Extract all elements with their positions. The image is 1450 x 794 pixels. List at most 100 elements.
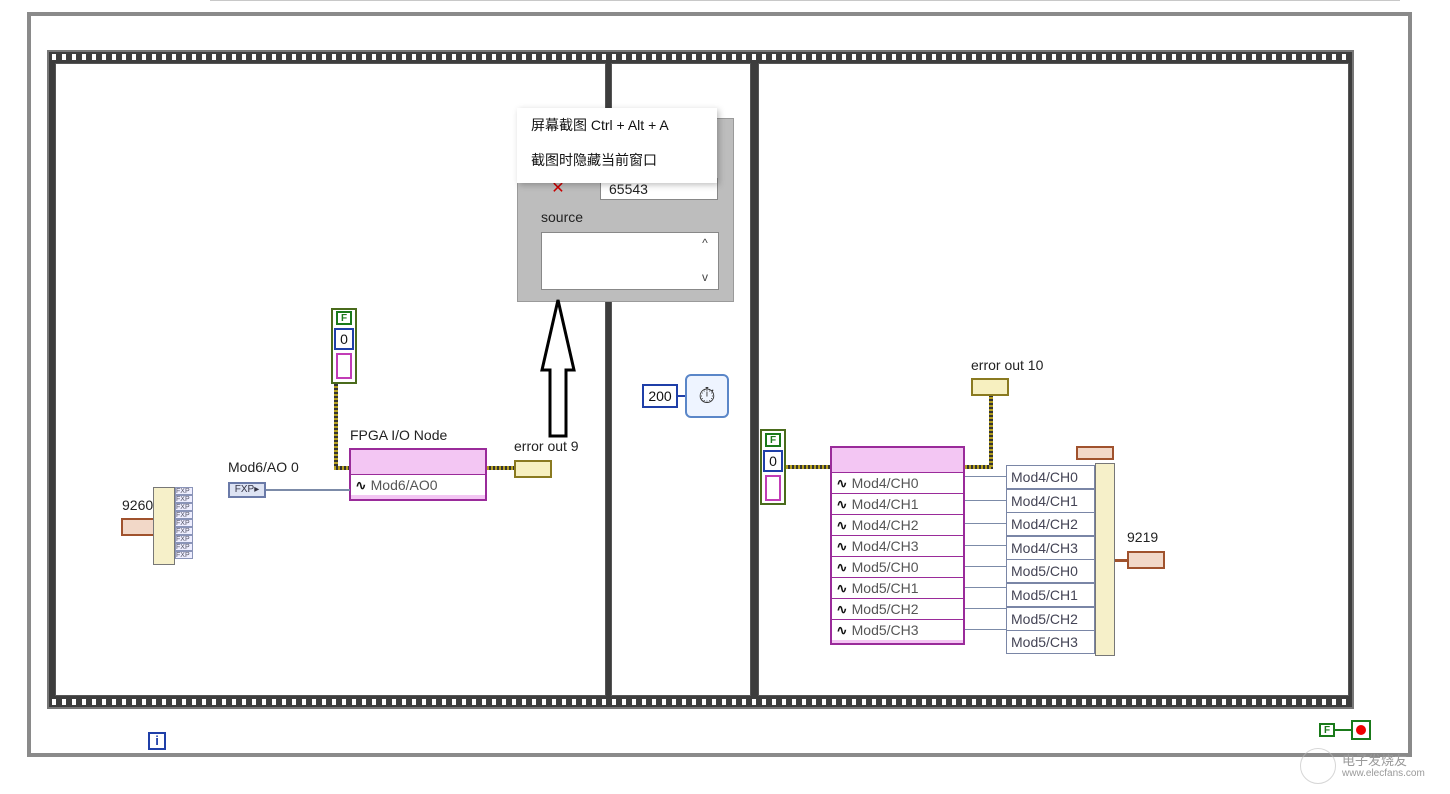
channel-wire[interactable] [965, 629, 1007, 630]
io-node-item[interactable]: ∿ Mod4/CH3 [832, 535, 963, 556]
fxp-tag: FXP [175, 495, 193, 503]
channel-wire[interactable] [965, 476, 1007, 477]
channel-indicator[interactable]: Mod4/CH0 [1006, 465, 1095, 489]
waveform-icon: ∿ [355, 477, 371, 493]
waveform-icon: ∿ [836, 475, 852, 491]
io-node-item-label: Mod6/AO0 [370, 477, 438, 493]
io-node-item[interactable]: ∿ Mod5/CH3 [832, 619, 963, 640]
source-field[interactable] [541, 232, 719, 290]
channel-wire[interactable] [965, 566, 1007, 567]
io-node-item[interactable]: ∿ Mod5/CH0 [832, 556, 963, 577]
io-node-item[interactable]: ∿ Mod5/CH1 [832, 577, 963, 598]
io-node-header [351, 450, 485, 474]
channel-wire[interactable] [965, 523, 1007, 524]
pink-indicator [336, 353, 352, 379]
stop-terminal-icon[interactable] [1351, 720, 1371, 740]
cluster-out-wire[interactable] [1115, 559, 1127, 562]
waveform-icon: ∿ [836, 601, 852, 617]
waveform-icon: ∿ [836, 559, 852, 575]
cluster-9219-indicator[interactable] [1127, 551, 1165, 569]
error-wire[interactable] [334, 384, 338, 468]
fxp-control[interactable]: FXP▸ [228, 482, 266, 498]
iteration-terminal[interactable]: i [148, 732, 166, 750]
channel-wire[interactable] [965, 500, 1007, 501]
channel-indicator[interactable]: Mod4/CH1 [1006, 489, 1095, 513]
io-node-label: FPGA I/O Node [350, 427, 448, 443]
fxp-tag: FXP [175, 487, 193, 495]
io-node-header [832, 448, 963, 472]
io-node-item-label: Mod5/CH3 [851, 622, 919, 638]
waveform-icon: ∿ [836, 538, 852, 554]
fpga-io-node[interactable]: ∿ Mod6/AO0 [349, 448, 487, 501]
error-out-9-label: error out 9 [514, 438, 579, 454]
context-menu[interactable]: 屏幕截图 Ctrl + Alt + A 截图时隐藏当前窗口 [517, 108, 717, 183]
channel-indicator[interactable]: Mod5/CH1 [1006, 583, 1095, 607]
channel-indicator[interactable]: Mod5/CH2 [1006, 607, 1095, 631]
error-out-10-label: error out 10 [971, 357, 1044, 373]
fxp-tag: FXP [175, 551, 193, 559]
fxp-tag: FXP [175, 511, 193, 519]
error-out-wire[interactable] [487, 466, 514, 470]
error-out-wire[interactable] [989, 395, 993, 467]
cluster-9219-label: 9219 [1127, 529, 1159, 545]
fxp-tag: FXP [175, 527, 193, 535]
pink-indicator [765, 475, 781, 501]
waveform-icon: ∿ [836, 580, 852, 596]
mod6-ao0-label: Mod6/AO 0 [228, 459, 299, 475]
numeric-constant[interactable]: 0 [763, 450, 783, 472]
fxp-tag: FXP [175, 503, 193, 511]
wait-ms-constant[interactable]: 200 [642, 384, 678, 408]
fpga-io-node-frame3[interactable]: ∿ Mod4/CH0 ∿ Mod4/CH1 ∿ Mod4/CH2 ∿ Mod4/CH3… [830, 446, 965, 645]
io-node-item[interactable]: ∿ Mod4/CH1 [832, 493, 963, 514]
bundle-node[interactable] [1095, 463, 1115, 656]
wait-metronome-icon[interactable]: ⏱ [685, 374, 729, 418]
io-node-item-label: Mod4/CH2 [851, 517, 919, 533]
fxp-wire[interactable] [266, 489, 350, 491]
watermark-text: 电子发烧友 [1342, 753, 1408, 768]
fxp-tag: FXP [175, 535, 193, 543]
source-label: source [541, 209, 584, 225]
error-out-10-indicator[interactable] [971, 378, 1009, 396]
waveform-icon: ∿ [836, 496, 852, 512]
io-node-item[interactable]: ∿ Mod4/CH2 [832, 514, 963, 535]
channel-wire[interactable] [965, 545, 1007, 546]
waveform-icon: ∿ [836, 517, 852, 533]
cluster-9260-label: 9260 [122, 497, 154, 513]
waveform-icon: ∿ [836, 622, 852, 638]
channel-wire[interactable] [965, 608, 1007, 609]
channel-wire[interactable] [965, 587, 1007, 588]
channel-indicator[interactable]: Mod4/CH3 [1006, 536, 1095, 560]
io-node-item[interactable]: ∿ Mod5/CH2 [832, 598, 963, 619]
bundle-type-icon [1076, 446, 1114, 460]
menu-item-screenshot[interactable]: 屏幕截图 Ctrl + Alt + A [517, 108, 717, 143]
false-constant[interactable]: F [765, 433, 781, 447]
unbundle-node[interactable] [153, 487, 175, 565]
io-node-item-label: Mod5/CH0 [851, 559, 919, 575]
false-constant[interactable]: F [336, 311, 352, 325]
io-node-item[interactable]: ∿ Mod6/AO0 [351, 474, 485, 495]
numeric-constant[interactable]: 0 [334, 328, 354, 350]
top-edge-line [210, 0, 1400, 1]
io-node-item[interactable]: ∿ Mod4/CH0 [832, 472, 963, 493]
io-node-item-label: Mod4/CH0 [851, 475, 919, 491]
stop-wire[interactable] [1335, 729, 1352, 731]
channel-indicator[interactable]: Mod5/CH3 [1006, 630, 1095, 654]
io-node-item-label: Mod5/CH2 [851, 601, 919, 617]
fxp-tag-list: FXP FXP FXP FXP FXP FXP FXP FXP FXP [175, 487, 193, 559]
scroll-down-icon[interactable]: v [697, 270, 713, 286]
fxp-tag: FXP [175, 543, 193, 551]
menu-item-hide-window[interactable]: 截图时隐藏当前窗口 [517, 143, 717, 178]
stop-false-constant[interactable]: F [1319, 723, 1335, 737]
io-node-item-label: Mod4/CH3 [851, 538, 919, 554]
error-wire[interactable] [786, 465, 831, 469]
channel-indicator[interactable]: Mod5/CH0 [1006, 559, 1095, 583]
io-node-item-label: Mod4/CH1 [851, 496, 919, 512]
cluster-9260-control[interactable] [121, 518, 155, 536]
channel-indicator[interactable]: Mod4/CH2 [1006, 512, 1095, 536]
watermark-logo-icon [1300, 748, 1336, 784]
hollow-arrow-up-icon [540, 299, 576, 438]
io-node-item-label: Mod5/CH1 [851, 580, 919, 596]
scroll-up-icon[interactable]: ^ [697, 236, 713, 252]
watermark-url: www.elecfans.com [1342, 768, 1425, 779]
error-out-9-indicator[interactable] [514, 460, 552, 478]
